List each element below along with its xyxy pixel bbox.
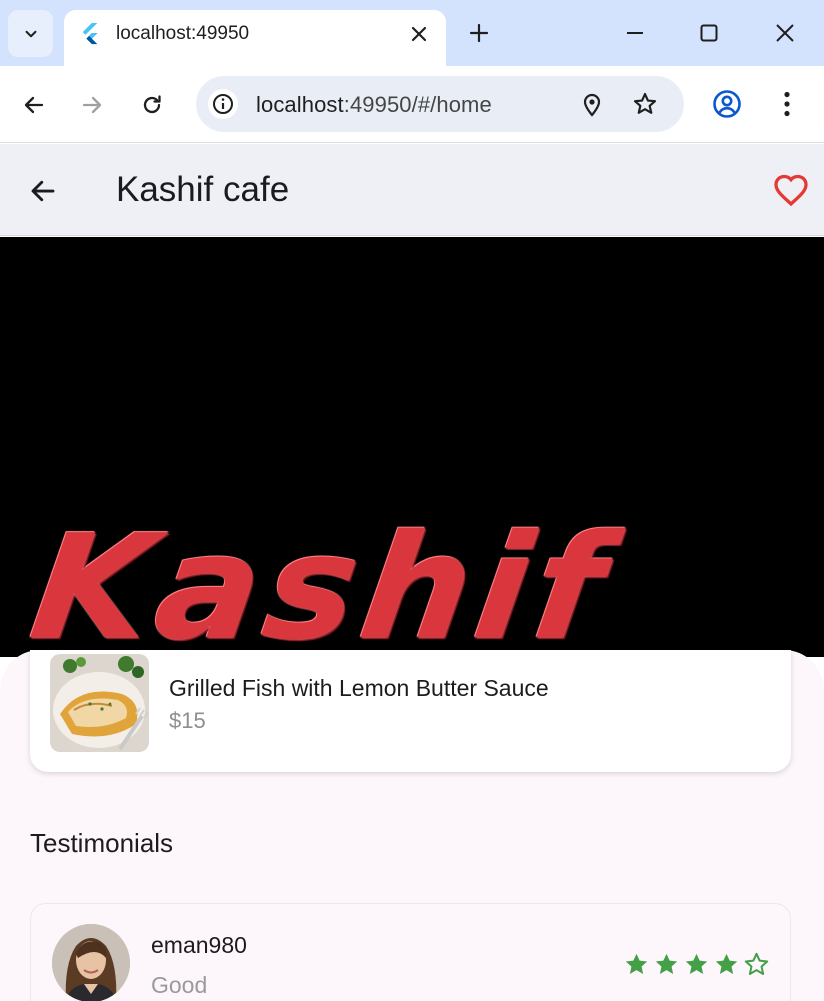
back-nav-button[interactable] (19, 90, 49, 120)
tab-title: localhost:49950 (116, 23, 250, 44)
tab-search-button[interactable] (8, 10, 53, 57)
star-filled-icon (622, 950, 651, 979)
close-window-button[interactable] (770, 18, 800, 48)
star-outline-icon (633, 92, 657, 114)
new-tab-button[interactable] (466, 20, 492, 46)
arrow-right-icon (82, 96, 102, 114)
profile-button[interactable] (711, 88, 743, 120)
plus-icon (469, 23, 489, 43)
maximize-button[interactable] (694, 18, 724, 48)
browser-tabstrip: localhost:49950 (0, 0, 824, 66)
rating-stars (622, 950, 771, 979)
flutter-logo-icon (82, 23, 98, 45)
location-button[interactable] (578, 90, 606, 118)
reload-icon (143, 95, 161, 114)
cafe-banner-image: Kashif (0, 237, 824, 657)
forward-nav-button[interactable] (77, 90, 107, 120)
maximize-icon (700, 24, 718, 42)
url-path: :49950/#/home (343, 92, 492, 117)
tab-close-button[interactable] (407, 22, 431, 46)
dish-price: $15 (169, 708, 206, 733)
more-vert-icon (784, 91, 790, 117)
arrow-left-icon (24, 96, 44, 114)
testimonial-card: eman980 Good (30, 903, 791, 1001)
app-back-button[interactable] (24, 172, 62, 210)
star-filled-icon (712, 950, 741, 979)
reviewer-name: eman980 (151, 932, 247, 958)
favorite-button[interactable] (770, 170, 812, 210)
browser-tab-active[interactable]: localhost:49950 (64, 10, 446, 66)
address-bar[interactable]: localhost:49950/#/home (196, 76, 684, 132)
arrow-back-icon (31, 180, 55, 202)
star-filled-icon (652, 950, 681, 979)
minimize-button[interactable] (620, 18, 650, 48)
browser-toolbar: localhost:49950/#/home (0, 66, 824, 143)
dish-card[interactable]: Grilled Fish with Lemon Butter Sauce $15 (30, 650, 791, 772)
browser-menu-button[interactable] (775, 88, 799, 120)
dish-name: Grilled Fish with Lemon Butter Sauce (169, 675, 549, 701)
cafe-logo-text: Kashif (22, 503, 620, 657)
heart-outline-icon (774, 174, 808, 207)
site-info-button[interactable] (208, 89, 238, 119)
close-icon (411, 26, 427, 42)
location-pin-icon (583, 93, 601, 117)
app-bar: Kashif cafe (0, 144, 824, 236)
close-icon (776, 24, 794, 42)
minimize-icon (627, 32, 643, 34)
review-text: Good (151, 972, 208, 998)
star-filled-icon (682, 950, 711, 979)
bookmark-button[interactable] (631, 90, 659, 118)
url-text: localhost:49950/#/home (256, 92, 492, 118)
reload-button[interactable] (137, 90, 167, 120)
dish-image (50, 654, 149, 752)
url-host: localhost (256, 92, 344, 117)
star-outline-icon (742, 950, 771, 979)
page-title: Kashif cafe (116, 170, 290, 209)
account-circle-icon (713, 90, 741, 118)
testimonials-heading: Testimonials (30, 828, 174, 858)
chevron-down-icon (25, 30, 36, 37)
avatar (52, 924, 130, 1001)
info-icon (213, 94, 233, 114)
